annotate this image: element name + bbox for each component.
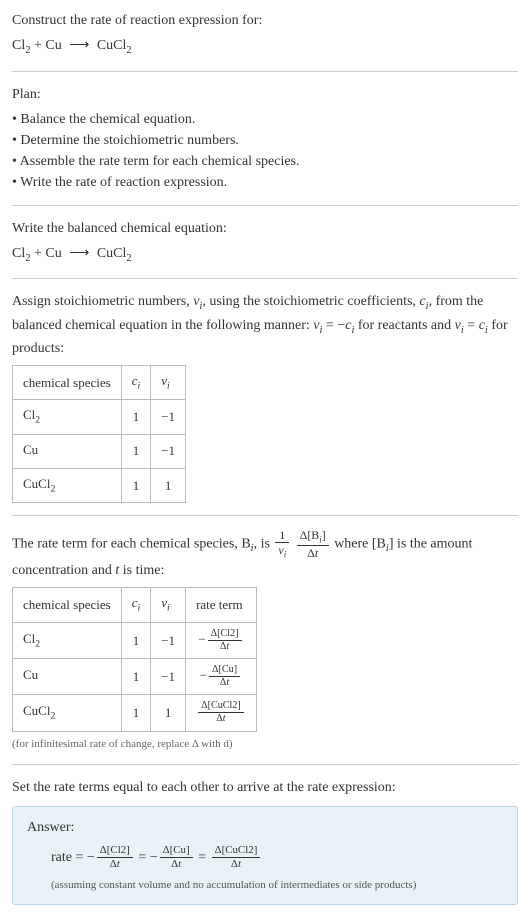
balanced-section: Write the balanced chemical equation: Cl… <box>12 218 518 280</box>
plan-section: Plan: • Balance the chemical equation. •… <box>12 84 518 206</box>
col-species: chemical species <box>13 366 122 400</box>
cell-rateterm: Δ[CuCl2]Δt <box>186 695 257 731</box>
reaction-arrow-icon: ⟶ <box>69 35 89 56</box>
rateterm-table: chemical species ci νi rate term Cl2 1 −… <box>12 587 257 731</box>
construct-title: Construct the rate of reaction expressio… <box>12 10 518 31</box>
plan-item: • Assemble the rate term for each chemic… <box>12 151 518 172</box>
col-species: chemical species <box>13 588 122 622</box>
reactant-cu: Cu <box>45 246 61 261</box>
reaction-equation: Cl2 + Cu ⟶ CuCl2 <box>12 35 518 59</box>
cell-species: CuCl2 <box>13 695 122 731</box>
fraction: Δ[Cl2]Δt <box>208 628 242 653</box>
final-title: Set the rate terms equal to each other t… <box>12 777 518 798</box>
table-header-row: chemical species ci νi <box>13 366 186 400</box>
cell-c: 1 <box>121 695 151 731</box>
cell-nu: −1 <box>151 658 186 694</box>
reactant-cu: Cu <box>45 38 61 53</box>
plan-item: • Write the rate of reaction expression. <box>12 172 518 193</box>
cell-c: 1 <box>121 434 151 468</box>
table-header-row: chemical species ci νi rate term <box>13 588 257 622</box>
cell-nu: −1 <box>151 434 186 468</box>
table-row: Cu 1 −1 <box>13 434 186 468</box>
col-nui: νi <box>151 366 186 400</box>
stoich-table: chemical species ci νi Cl2 1 −1 Cu 1 −1 … <box>12 365 186 503</box>
cell-c: 1 <box>121 400 151 434</box>
cell-species: Cl2 <box>13 622 122 658</box>
rateterm-text: The rate term for each chemical species,… <box>12 528 518 581</box>
answer-box: Answer: rate = −Δ[Cl2]Δt = −Δ[Cu]Δt = Δ[… <box>12 806 518 905</box>
fraction: Δ[CuCl2]Δt <box>198 700 244 725</box>
cell-nu: −1 <box>151 622 186 658</box>
header-section: Construct the rate of reaction expressio… <box>12 10 518 72</box>
plan-title: Plan: <box>12 84 518 105</box>
cell-species: Cu <box>13 658 122 694</box>
cell-nu: 1 <box>151 468 186 502</box>
fraction: Δ[Cu]Δt <box>160 844 193 871</box>
fraction: Δ[Bi] Δt <box>297 528 329 560</box>
plan-list: • Balance the chemical equation. • Deter… <box>12 109 518 193</box>
table-row: Cl2 1 −1 −Δ[Cl2]Δt <box>13 622 257 658</box>
plan-item: • Determine the stoichiometric numbers. <box>12 130 518 151</box>
plan-item: • Balance the chemical equation. <box>12 109 518 130</box>
final-section: Set the rate terms equal to each other t… <box>12 777 518 905</box>
answer-rate-expression: rate = −Δ[Cl2]Δt = −Δ[Cu]Δt = Δ[CuCl2]Δt <box>51 844 503 871</box>
cell-nu: 1 <box>151 695 186 731</box>
col-ci: ci <box>121 588 151 622</box>
col-nui: νi <box>151 588 186 622</box>
infinitesimal-note: (for infinitesimal rate of change, repla… <box>12 736 518 753</box>
rateterm-section: The rate term for each chemical species,… <box>12 528 518 765</box>
col-rate: rate term <box>186 588 257 622</box>
fraction: 1 νi <box>275 528 289 560</box>
reactant-cl2: Cl2 <box>12 246 30 261</box>
cell-rateterm: −Δ[Cl2]Δt <box>186 622 257 658</box>
col-ci: ci <box>121 366 151 400</box>
stoich-text: Assign stoichiometric numbers, νi, using… <box>12 291 518 359</box>
table-row: CuCl2 1 1 Δ[CuCl2]Δt <box>13 695 257 731</box>
cell-c: 1 <box>121 622 151 658</box>
balanced-title: Write the balanced chemical equation: <box>12 218 518 239</box>
cell-species: Cu <box>13 434 122 468</box>
table-row: CuCl2 1 1 <box>13 468 186 502</box>
fraction: Δ[Cu]Δt <box>209 664 240 689</box>
product-cucl2: CuCl2 <box>97 246 132 261</box>
fraction: Δ[CuCl2]Δt <box>212 844 261 871</box>
answer-label: Answer: <box>27 817 503 838</box>
product-cucl2: CuCl2 <box>97 38 132 53</box>
cell-c: 1 <box>121 468 151 502</box>
cell-rateterm: −Δ[Cu]Δt <box>186 658 257 694</box>
reaction-arrow-icon: ⟶ <box>69 243 89 264</box>
table-row: Cu 1 −1 −Δ[Cu]Δt <box>13 658 257 694</box>
table-row: Cl2 1 −1 <box>13 400 186 434</box>
stoich-section: Assign stoichiometric numbers, νi, using… <box>12 291 518 516</box>
fraction: Δ[Cl2]Δt <box>97 844 133 871</box>
balanced-equation: Cl2 + Cu ⟶ CuCl2 <box>12 243 518 267</box>
cell-species: CuCl2 <box>13 468 122 502</box>
reactant-cl2: Cl2 <box>12 38 30 53</box>
cell-nu: −1 <box>151 400 186 434</box>
answer-assumption-note: (assuming constant volume and no accumul… <box>51 877 503 894</box>
cell-species: Cl2 <box>13 400 122 434</box>
cell-c: 1 <box>121 658 151 694</box>
